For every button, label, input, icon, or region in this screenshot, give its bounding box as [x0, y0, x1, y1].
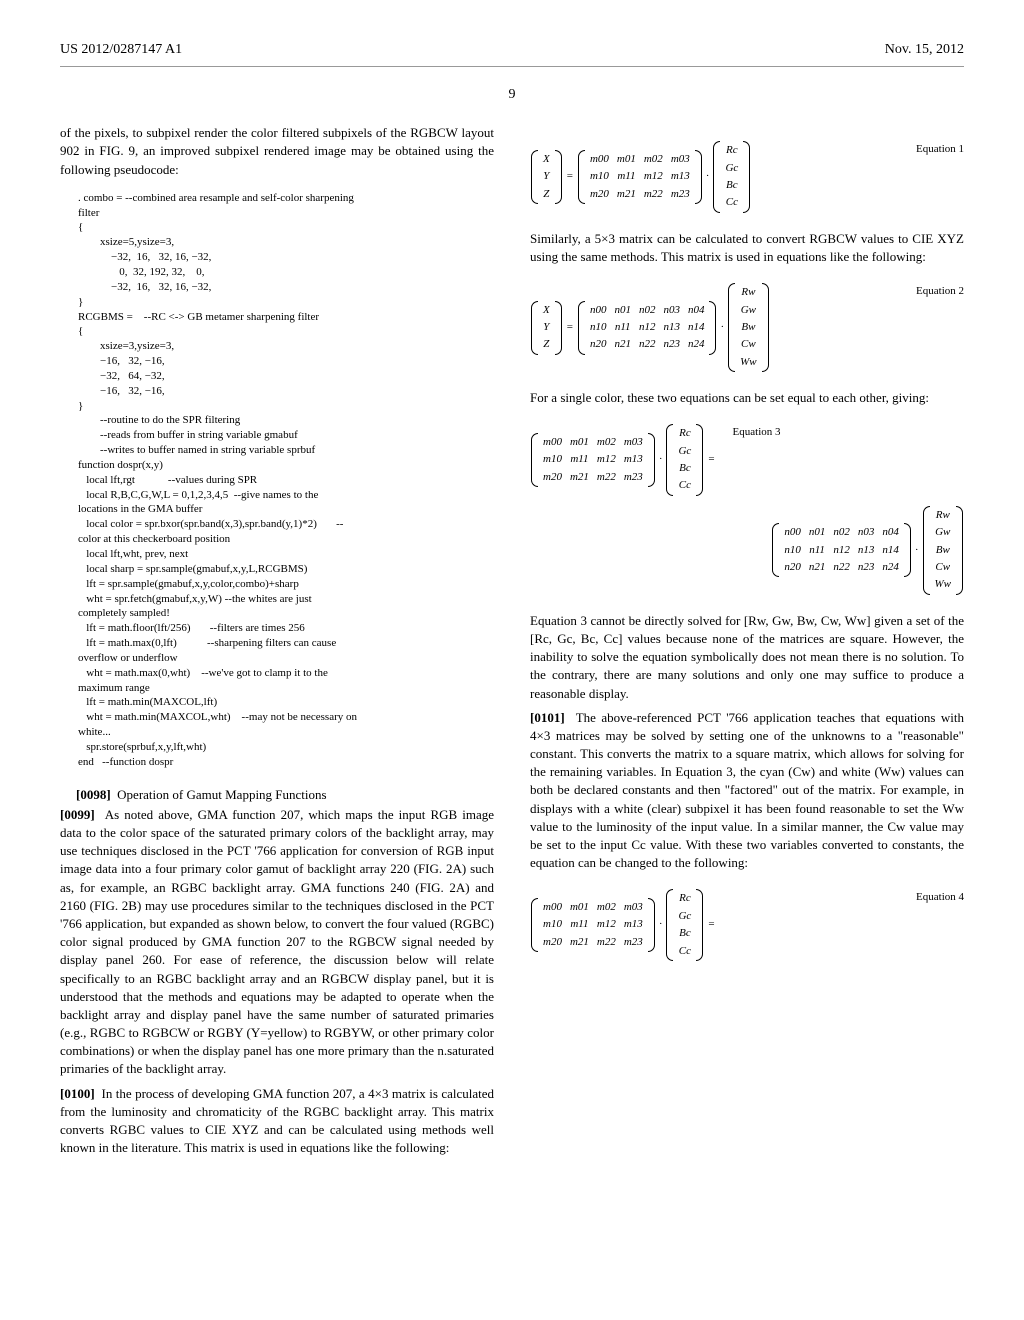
equation-2: XYZ = n00n01n02n03n04 n10n11n12n13n14 n2…	[530, 284, 964, 371]
equation-label: Equation 2	[902, 284, 964, 299]
page-number: 9	[60, 85, 964, 105]
para-r1: Similarly, a 5×3 matrix can be calculate…	[530, 230, 964, 266]
para-0101: [0101] The above-referenced PCT '766 app…	[530, 709, 964, 873]
para-text: The above-referenced PCT '766 applicatio…	[530, 710, 964, 871]
equation-3: m00m01m02m03 m10m11m12m13 m20m21m22m23 ·…	[530, 425, 964, 594]
equation-label: Equation 1	[902, 142, 964, 157]
matrix-rgbc: RcGcBcCc	[712, 142, 751, 212]
matrix-m34: m00m01m02m03 m10m11m12m13 m20m21m22m23	[577, 151, 703, 203]
section-heading: [0098] Operation of Gamut Mapping Functi…	[60, 786, 494, 804]
para-text: As noted above, GMA function 207, which …	[60, 807, 494, 1077]
two-column-layout: of the pixels, to subpixel render the co…	[60, 124, 964, 1163]
right-column: XYZ = m00m01m02m03 m10m11m12m13 m20m21m2…	[530, 124, 964, 1163]
pseudocode-block: . combo = --combined area resample and s…	[78, 191, 494, 770]
equation-label: Equation 3	[719, 425, 781, 440]
para-r2: For a single color, these two equations …	[530, 389, 964, 407]
para-number: [0101]	[530, 710, 565, 725]
left-column: of the pixels, to subpixel render the co…	[60, 124, 494, 1163]
para-text: In the process of developing GMA functio…	[60, 1086, 494, 1156]
section-title-text: Operation of Gamut Mapping Functions	[117, 787, 326, 802]
para-r3: Equation 3 cannot be directly solved for…	[530, 612, 964, 703]
para-number: [0100]	[60, 1086, 95, 1101]
equation-1: XYZ = m00m01m02m03 m10m11m12m13 m20m21m2…	[530, 142, 964, 212]
publication-date: Nov. 15, 2012	[885, 40, 964, 60]
page-header: US 2012/0287147 A1 Nov. 15, 2012	[60, 40, 964, 67]
para-number: [0099]	[60, 807, 95, 822]
publication-number: US 2012/0287147 A1	[60, 40, 182, 60]
equation-4: m00m01m02m03 m10m11m12m13 m20m21m22m23 ·…	[530, 890, 964, 960]
intro-para: of the pixels, to subpixel render the co…	[60, 124, 494, 179]
para-number: [0098]	[76, 787, 111, 802]
para-0099: [0099] As noted above, GMA function 207,…	[60, 806, 494, 1079]
para-0100: [0100] In the process of developing GMA …	[60, 1085, 494, 1158]
equation-label: Equation 4	[902, 890, 964, 905]
matrix-xyz: XYZ	[530, 151, 563, 203]
